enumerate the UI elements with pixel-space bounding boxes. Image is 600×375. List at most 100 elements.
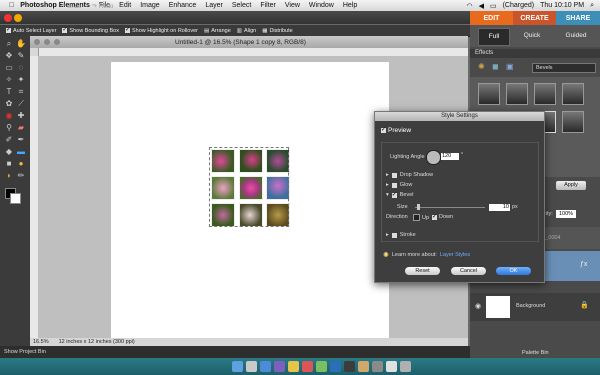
apply-button[interactable]: Apply <box>556 181 586 190</box>
safari-icon[interactable] <box>260 361 271 372</box>
photoshop-elements-icon[interactable] <box>330 361 341 372</box>
finder-icon[interactable] <box>232 361 243 372</box>
direction-up-option[interactable]: Up <box>413 214 429 221</box>
background-layer-row[interactable]: ◉ Background 🔒 <box>470 293 600 321</box>
red-eye-tool-icon[interactable]: ◉ <box>4 111 14 121</box>
pencil-tool-icon[interactable]: ✏ <box>16 171 26 181</box>
straighten-tool-icon[interactable]: ⟋ <box>16 99 26 109</box>
bevel-style-swatch[interactable] <box>562 111 584 133</box>
gradient-tool-icon[interactable]: ▬ <box>16 147 26 157</box>
clock[interactable]: Thu 10:10 PM <box>540 2 584 9</box>
tab-share[interactable]: SHARE <box>556 11 600 25</box>
battery-status[interactable]: (Charged) <box>503 2 535 9</box>
preview-app-icon[interactable] <box>358 361 369 372</box>
eraser-tool-icon[interactable]: ▰ <box>16 123 26 133</box>
hand-tool-icon[interactable]: ✋ <box>16 39 26 49</box>
volume-icon[interactable]: ◀ <box>479 2 484 10</box>
quick-selection-tool-icon[interactable]: ✦ <box>16 75 26 85</box>
menu-filter[interactable]: Filter <box>260 2 276 9</box>
menu-select[interactable]: Select <box>232 2 251 9</box>
lasso-tool-icon[interactable]: ◌ <box>16 63 26 73</box>
clone-stamp-tool-icon[interactable]: ⚲ <box>4 123 14 133</box>
paint-bucket-tool-icon[interactable]: ◆ <box>4 147 14 157</box>
bevel-style-swatch[interactable] <box>534 83 556 105</box>
reset-button[interactable]: Reset <box>405 267 440 275</box>
highlight-checkbox[interactable] <box>124 26 130 33</box>
move-tool-icon[interactable]: ✥ <box>4 51 14 61</box>
shape-tool-icon[interactable]: ■ <box>4 159 14 169</box>
direction-down-option[interactable]: Down <box>432 213 453 220</box>
smart-brush-tool-icon[interactable]: ✒ <box>16 135 26 145</box>
mail-icon[interactable] <box>288 361 299 372</box>
bevel-checkbox[interactable] <box>391 191 397 198</box>
drop-shadow-row[interactable]: ▸ Drop Shadow <box>386 172 433 178</box>
background-color-swatch[interactable] <box>10 193 21 204</box>
stroke-checkbox[interactable] <box>391 232 397 238</box>
tab-full[interactable]: Full <box>478 28 510 46</box>
crop-tool-icon[interactable]: ⌗ <box>16 87 26 97</box>
ok-button[interactable]: OK <box>496 267 531 275</box>
system-preferences-icon[interactable] <box>372 361 383 372</box>
doc-minimize-button[interactable] <box>44 39 50 45</box>
dashboard-icon[interactable] <box>246 361 257 372</box>
itunes-icon[interactable] <box>274 361 285 372</box>
direction-down-radio[interactable] <box>432 213 437 220</box>
opacity-field[interactable]: 100% <box>556 210 576 218</box>
spotlight-icon[interactable]: ⌕ <box>590 2 594 10</box>
size-field[interactable]: 10 <box>489 204 510 211</box>
lighting-angle-field[interactable]: 120 <box>441 153 459 160</box>
apple-icon[interactable]:  <box>9 2 14 9</box>
bevel-style-swatch[interactable] <box>562 83 584 105</box>
marquee-tool-icon[interactable]: ▭ <box>4 63 14 73</box>
bounding-box[interactable] <box>209 147 289 227</box>
arrange-button[interactable]: ▤ Arrange <box>204 28 231 34</box>
bevel-style-swatch[interactable] <box>506 83 528 105</box>
tab-quick[interactable]: Quick <box>516 28 548 44</box>
undo-button[interactable]: ↶ Undo <box>60 2 81 11</box>
palette-bin-button[interactable]: Palette Bin <box>522 350 549 356</box>
menu-enhance[interactable]: Enhance <box>169 2 197 9</box>
doc-close-button[interactable] <box>34 39 40 45</box>
effects-header[interactable]: Effects <box>470 49 600 58</box>
filters-icon[interactable]: ✺ <box>478 62 485 71</box>
menu-window[interactable]: Window <box>309 2 334 9</box>
brush-tool-icon[interactable]: ✐ <box>4 135 14 145</box>
trash-icon[interactable] <box>400 361 411 372</box>
distribute-button[interactable]: ▦ Distribute <box>262 28 292 34</box>
wifi-icon[interactable]: ◠ <box>466 2 472 10</box>
battery-icon[interactable]: ▭ <box>490 2 497 10</box>
menu-layer[interactable]: Layer <box>205 2 223 9</box>
close-window-button[interactable] <box>4 14 12 22</box>
style-category-select[interactable]: Bevels <box>532 63 596 73</box>
photo-effects-icon[interactable]: ▣ <box>506 62 514 71</box>
lighting-angle-dial[interactable] <box>426 150 441 165</box>
downloads-stack-icon[interactable] <box>386 361 397 372</box>
glow-row[interactable]: ▸ Glow <box>386 182 412 188</box>
zoom-tool-icon[interactable]: ⌕ <box>4 39 14 49</box>
tab-guided[interactable]: Guided <box>556 28 596 44</box>
drop-shadow-checkbox[interactable] <box>391 172 397 178</box>
sponge-tool-icon[interactable]: ◗ <box>4 171 14 181</box>
tab-edit[interactable]: EDIT <box>470 11 513 25</box>
calendar-icon[interactable] <box>302 361 313 372</box>
minimize-window-button[interactable] <box>14 14 22 22</box>
glow-checkbox[interactable] <box>391 182 397 188</box>
size-slider-track[interactable] <box>415 207 485 208</box>
messages-icon[interactable] <box>316 361 327 372</box>
bounding-box-checkbox[interactable] <box>62 26 67 33</box>
redo-button[interactable]: ↷ Redo <box>92 2 113 11</box>
show-project-bin-button[interactable]: Show Project Bin <box>4 349 46 355</box>
menu-view[interactable]: View <box>285 2 300 9</box>
healing-tool-icon[interactable]: ✚ <box>16 111 26 121</box>
type-tool-icon[interactable]: T <box>4 87 14 97</box>
menu-image[interactable]: Image <box>140 2 159 9</box>
menu-edit[interactable]: Edit <box>119 2 131 9</box>
layer-styles-icon[interactable]: ◼ <box>492 62 499 71</box>
direction-up-radio[interactable] <box>413 214 420 221</box>
visibility-eye-icon[interactable]: ◉ <box>475 302 481 310</box>
size-slider-thumb[interactable] <box>417 204 420 210</box>
terminal-icon[interactable] <box>344 361 355 372</box>
menu-help[interactable]: Help <box>343 2 357 9</box>
align-button[interactable]: ▥ Align <box>237 28 256 34</box>
tab-create[interactable]: CREATE <box>513 11 556 25</box>
